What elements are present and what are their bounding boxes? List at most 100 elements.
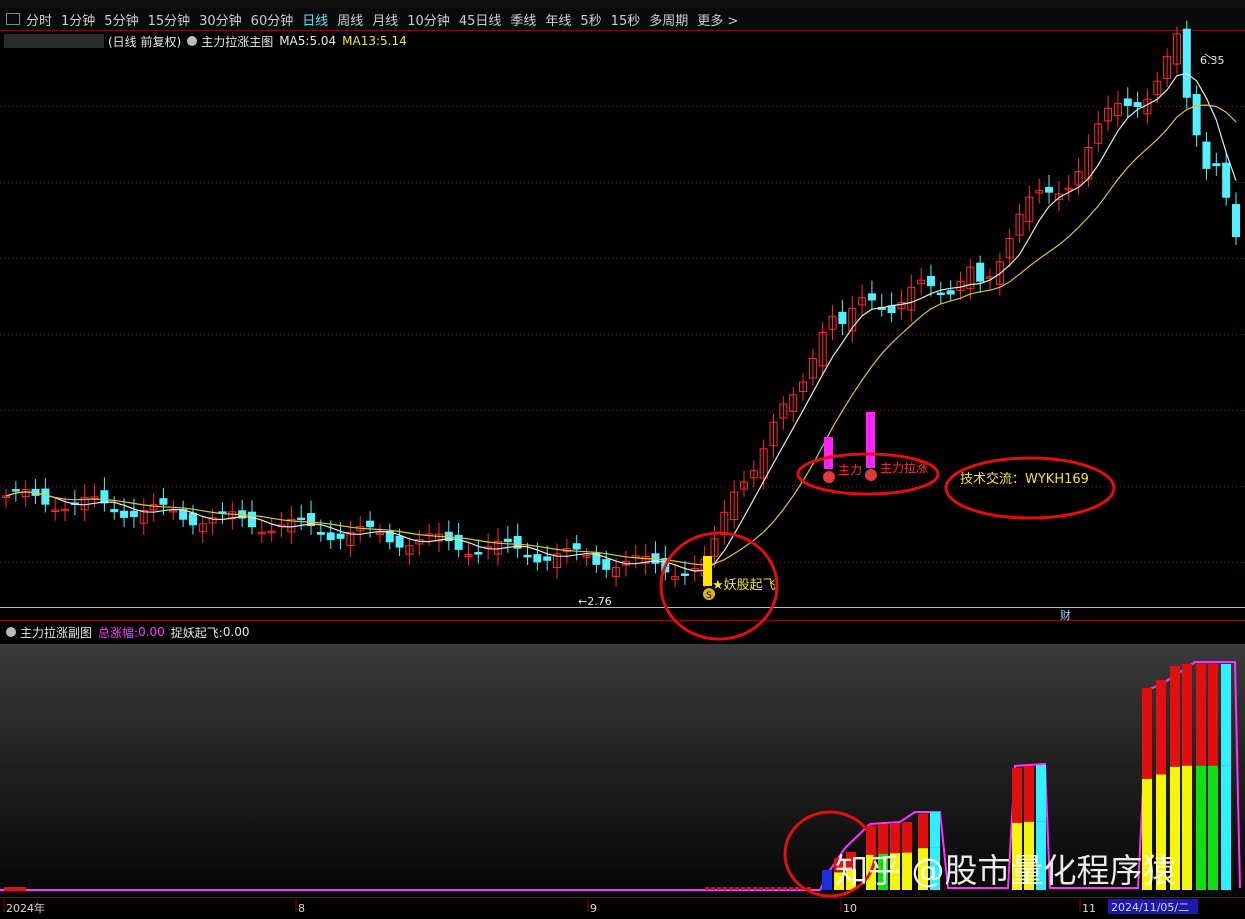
hist-bar-lower-15 (1196, 765, 1206, 890)
hist-small-stub (729, 887, 733, 890)
candle-body (1123, 98, 1132, 106)
hist-small-stub (735, 887, 739, 890)
hist-bar-upper-12 (1156, 680, 1166, 775)
candle-body (395, 535, 404, 548)
ma5-line (5, 72, 1237, 572)
date-label-2: 9 (590, 902, 597, 915)
candle-body (572, 543, 581, 550)
date-label-0: 2024年 (6, 901, 45, 915)
candle-body (297, 517, 306, 521)
magenta-bar-b (866, 412, 875, 468)
candle-body (100, 490, 109, 504)
candle-body (680, 573, 689, 576)
candle-body (1133, 102, 1142, 108)
hist-bar-upper-13 (1170, 666, 1180, 767)
candle-body (533, 554, 542, 563)
hist-small-stub (705, 887, 709, 890)
candle-body (326, 532, 335, 541)
zhuli-label-a: 主力 (838, 463, 862, 477)
low-price-label: ←2.76 (578, 595, 612, 608)
hist-small-stub (789, 887, 793, 890)
hist-bar-upper-17 (1221, 664, 1231, 766)
candle-body (1222, 162, 1231, 198)
hist-small-stub (747, 887, 751, 890)
watermark-text: 知乎 @股市量化程序猿 (835, 851, 1176, 890)
candle-body (110, 509, 119, 513)
ma13-line (5, 104, 1237, 566)
hist-small-stub (753, 887, 757, 890)
candle-body (120, 510, 129, 518)
chart-canvas[interactable]: 知乎 @股市量化程序猿 2024年 8 9 10 11 2024/11/05/二 6.35 ←… (0, 0, 1245, 919)
moving-averages (5, 72, 1237, 586)
zhuli-marker-b-icon (865, 469, 877, 481)
candle-body (129, 510, 138, 518)
candle-body (976, 262, 985, 282)
candle-body (936, 292, 945, 296)
hist-bar-upper-16 (1208, 664, 1218, 766)
candle-body (1232, 204, 1240, 238)
hist-small-stub (717, 887, 721, 890)
hist-bar-upper-10 (1036, 765, 1046, 822)
candle-body (838, 311, 847, 324)
hist-small-stub (741, 887, 745, 890)
high-price-label: 6.35 (1200, 54, 1225, 67)
candle-body (1045, 186, 1054, 193)
hist-bar-upper-14 (1182, 664, 1192, 766)
cai-label: 财 (1060, 608, 1071, 622)
candle-body (188, 512, 197, 526)
date-label-3: 10 (843, 902, 857, 915)
yaogu-label: ★妖股起飞 (712, 578, 776, 593)
hist-blue-bar (822, 870, 832, 890)
hist-bar-upper-3 (878, 824, 888, 854)
yaogu-bar (703, 556, 712, 586)
magenta-bar-a (824, 437, 833, 469)
candle-body (523, 554, 532, 558)
candle-body (1202, 141, 1211, 169)
candle-body (503, 538, 512, 543)
hist-bar-upper-4 (890, 823, 900, 854)
hist-start-stub (4, 887, 26, 891)
candle-body (1192, 94, 1201, 136)
hist-small-stub (765, 887, 769, 890)
candle-body (336, 533, 345, 539)
contact-label: 技术交流：WYKH169 (960, 471, 1089, 487)
candle-body (316, 531, 325, 535)
s-marker-text: S (706, 591, 712, 601)
candle-body (41, 488, 50, 505)
hist-bar-upper-7 (930, 812, 940, 848)
hist-bar-upper-6 (918, 814, 928, 849)
hist-bar-upper-5 (902, 822, 912, 853)
hist-bar-upper-8 (1012, 768, 1022, 823)
candle-body (1182, 28, 1191, 98)
candle-body (602, 559, 611, 570)
candle-body (1212, 163, 1221, 167)
hist-small-stub (783, 887, 787, 890)
candle-body (543, 556, 552, 561)
hist-bar-upper-9 (1024, 766, 1034, 822)
candle-body (366, 520, 375, 528)
candle-body (887, 305, 896, 313)
hist-bar-upper-11 (1142, 688, 1152, 779)
candle-body (474, 552, 483, 555)
hist-bar-lower-16 (1208, 765, 1218, 890)
candlestick-series (2, 20, 1240, 588)
hist-small-stub (723, 887, 727, 890)
zhuli-marker-a-icon (823, 471, 835, 483)
date-label-4: 11 (1082, 902, 1096, 915)
hist-small-stub (711, 887, 715, 890)
hist-small-stub (777, 887, 781, 890)
hist-small-stub (771, 887, 775, 890)
contact-highlight-circle (944, 456, 1116, 520)
hist-small-stub (795, 887, 799, 890)
hist-bar-lower-14 (1182, 765, 1192, 890)
hist-bar-lower-17 (1221, 765, 1231, 890)
candle-body (11, 489, 20, 492)
hist-bar-upper-15 (1196, 664, 1206, 766)
annotation-layer: 6.35←2.76★妖股起飞S主力 主力拉涨技术交流：WYKH169财 (578, 53, 1225, 641)
hist-small-stub (759, 887, 763, 890)
date-label-1: 8 (298, 902, 305, 915)
candle-body (248, 511, 256, 528)
candle-body (946, 290, 955, 295)
candle-body (159, 498, 168, 505)
candle-body (867, 293, 876, 301)
